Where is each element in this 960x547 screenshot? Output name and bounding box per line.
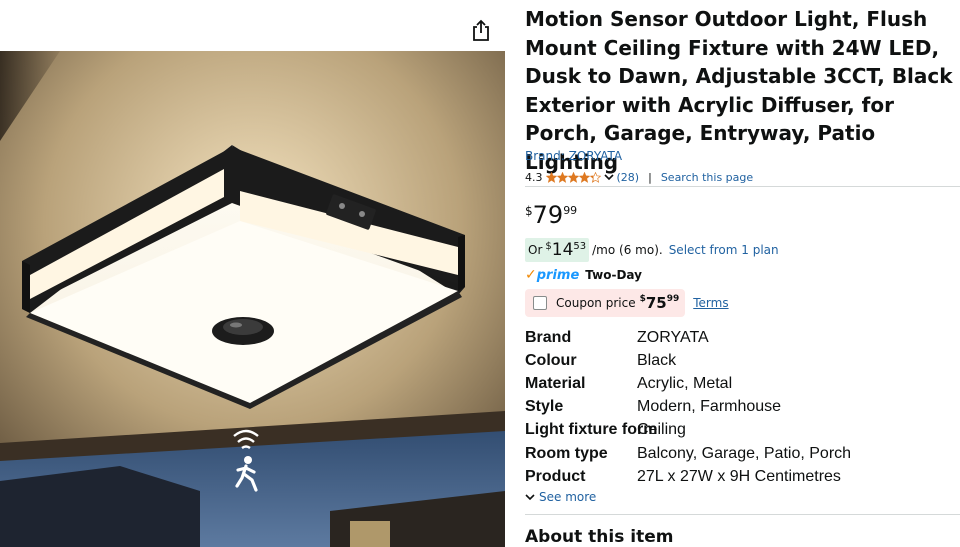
spec-row: Product 27L x 27W x 9H Centimetres: [525, 465, 960, 482]
spec-row: Style Modern, Farmhouse: [525, 396, 960, 419]
prime-badge: ✓ prime Two-Day: [525, 266, 642, 284]
separator: |: [648, 170, 652, 184]
monthly-prefix: Or: [528, 242, 543, 257]
share-icon[interactable]: [470, 18, 492, 42]
price-fraction: 99: [563, 204, 578, 217]
motion-sensor-icon: [228, 426, 264, 496]
spec-value: Acrylic, Metal: [637, 374, 733, 392]
spec-row: Brand ZORYATA: [525, 326, 960, 349]
spec-value: Modern, Farmhouse: [637, 398, 782, 416]
price: $ 79 99: [525, 200, 577, 232]
about-this-item-heading: About this item: [525, 527, 674, 547]
monthly-whole: 14: [551, 239, 574, 260]
price-currency: $: [525, 204, 533, 218]
star-icon: [578, 171, 590, 183]
see-more-link[interactable]: See more: [525, 489, 596, 505]
spec-key: Style: [525, 398, 564, 416]
spec-row: Light fixture form Ceiling: [525, 419, 960, 442]
see-more-label: See more: [539, 490, 597, 504]
star-icon: [589, 171, 601, 183]
search-this-page-link[interactable]: Search this page: [661, 171, 753, 184]
price-whole: 79: [532, 201, 564, 229]
spec-key: Light fixture form: [525, 421, 658, 439]
monthly-suffix: /mo (6 mo).: [592, 242, 663, 257]
brand-link[interactable]: Brand: ZORYATA: [525, 149, 622, 163]
monthly-badge: Or $ 14 53: [525, 237, 590, 262]
coupon-checkbox[interactable]: [533, 296, 547, 310]
monthly-payment: Or $ 14 53 /mo (6 mo). Select from 1 pla…: [525, 237, 779, 262]
coupon-fraction: 99: [666, 294, 680, 304]
spec-row: Colour Black: [525, 349, 960, 372]
chevron-down-icon: [525, 494, 535, 501]
rating-value: 4.3: [525, 170, 543, 184]
rating-row: 4.3 (28) | Search this page: [525, 169, 753, 185]
prime-check-icon: ✓: [525, 267, 537, 283]
chevron-down-icon[interactable]: [603, 172, 615, 182]
spec-key: Product: [525, 467, 586, 482]
product-image-column: [0, 0, 505, 547]
spec-key: Room type: [525, 444, 608, 462]
spec-key: Colour: [525, 351, 577, 369]
divider: [525, 186, 960, 187]
spec-value: Black: [637, 351, 677, 369]
spec-value: Balcony, Garage, Patio, Porch: [637, 444, 852, 462]
spec-key: Material: [525, 374, 586, 392]
spec-value: 27L x 27W x 9H Centimetres: [637, 467, 841, 482]
star-icon: [567, 171, 579, 183]
spec-value: ZORYATA: [637, 328, 709, 346]
coupon-label: Coupon price: [556, 296, 636, 310]
coupon: Coupon price $ 75 99 Terms: [525, 289, 729, 317]
prime-logo: prime: [536, 267, 580, 283]
coupon-terms-link[interactable]: Terms: [693, 296, 728, 310]
product-photo[interactable]: [0, 51, 505, 547]
star-icon: [556, 171, 568, 183]
spec-value: Ceiling: [637, 421, 686, 439]
spec-row: Room type Balcony, Garage, Patio, Porch: [525, 442, 960, 465]
select-plan-link[interactable]: Select from 1 plan: [669, 243, 779, 257]
product-details: Motion Sensor Outdoor Light, Flush Mount…: [525, 0, 960, 547]
coupon-whole: 75: [645, 294, 667, 312]
star-icon: [545, 171, 557, 183]
monthly-fraction: 53: [573, 240, 587, 252]
spec-key: Brand: [525, 328, 572, 346]
coupon-toggle[interactable]: Coupon price $ 75 99: [525, 289, 686, 317]
spec-row: Material Acrylic, Metal: [525, 372, 960, 395]
divider: [525, 514, 960, 515]
prime-delivery: Two-Day: [585, 268, 642, 282]
spec-table: Brand ZORYATA Colour Black Material Acry…: [525, 326, 960, 482]
review-count-link[interactable]: (28): [617, 171, 640, 184]
star-rating[interactable]: [545, 171, 601, 183]
